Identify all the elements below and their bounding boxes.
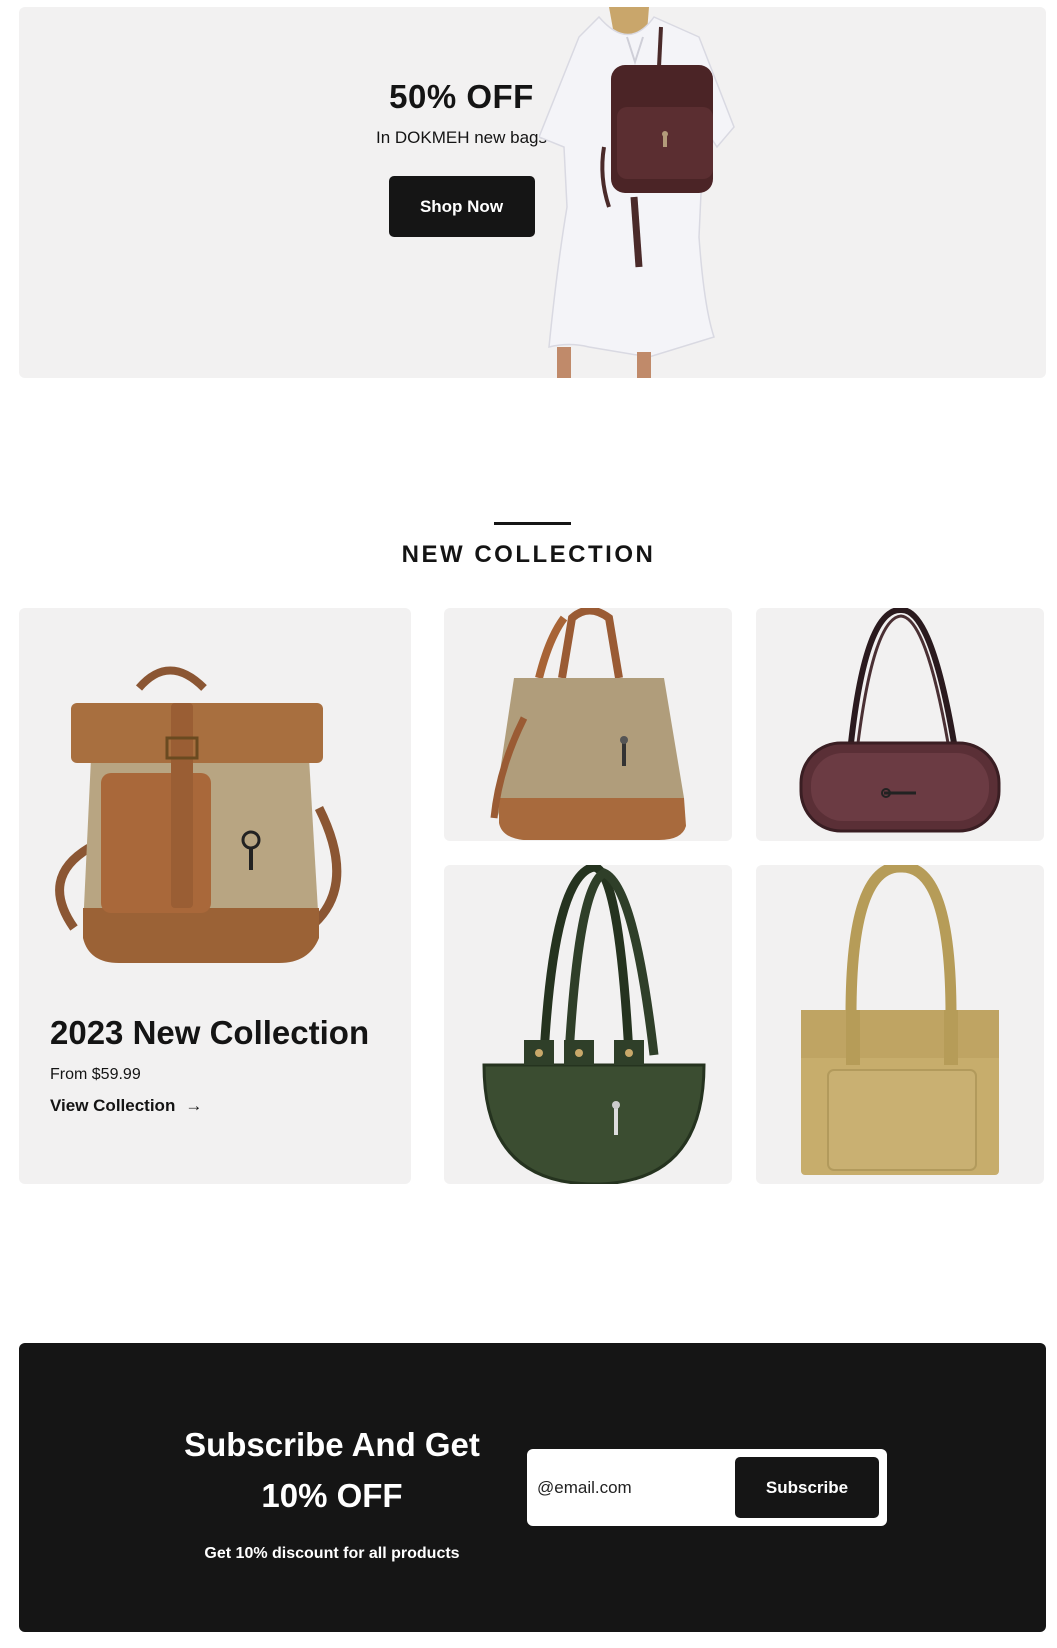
hero-banner: 50% OFF In DOKMEH new bags Shop Now <box>19 7 1046 378</box>
subscribe-form: Subscribe <box>527 1449 887 1526</box>
view-collection-label: View Collection <box>50 1096 176 1115</box>
subscribe-title: Subscribe And Get 10% OFF <box>169 1419 495 1521</box>
section-title: NEW COLLECTION <box>401 541 656 568</box>
green-half-moon-bag-image <box>482 865 706 1184</box>
rolltop-backpack-image <box>55 666 342 963</box>
view-collection-link[interactable]: View Collection → <box>50 1096 202 1116</box>
subscribe-button[interactable]: Subscribe <box>735 1457 879 1518</box>
featured-title: 2023 New Collection <box>50 1014 370 1051</box>
canvas-tote-bag-image <box>490 608 686 840</box>
subscribe-text: Subscribe And Get 10% OFF Get 10% discou… <box>169 1419 495 1563</box>
product-card[interactable] <box>756 608 1044 841</box>
hero-model-image <box>539 7 735 378</box>
product-card[interactable] <box>444 865 732 1184</box>
arrow-right-icon: → <box>185 1096 203 1115</box>
section-divider <box>494 522 571 525</box>
subscribe-title-line1: Subscribe And Get <box>184 1426 480 1463</box>
featured-collection-card[interactable]: 2023 New Collection From $59.99 View Col… <box>19 608 411 1184</box>
subscribe-banner: Subscribe And Get 10% OFF Get 10% discou… <box>19 1343 1046 1632</box>
khaki-canvas-tote-image <box>801 865 999 1175</box>
subscribe-note: Get 10% discount for all products <box>204 1545 460 1562</box>
product-card[interactable] <box>444 608 732 841</box>
shop-now-button[interactable]: Shop Now <box>388 176 535 237</box>
burgundy-baguette-bag-image <box>799 608 1001 833</box>
subscribe-title-line2: 10% OFF <box>261 1477 403 1514</box>
product-card[interactable] <box>756 865 1044 1184</box>
email-input[interactable] <box>531 1457 739 1519</box>
featured-price: From $59.99 <box>50 1066 141 1083</box>
